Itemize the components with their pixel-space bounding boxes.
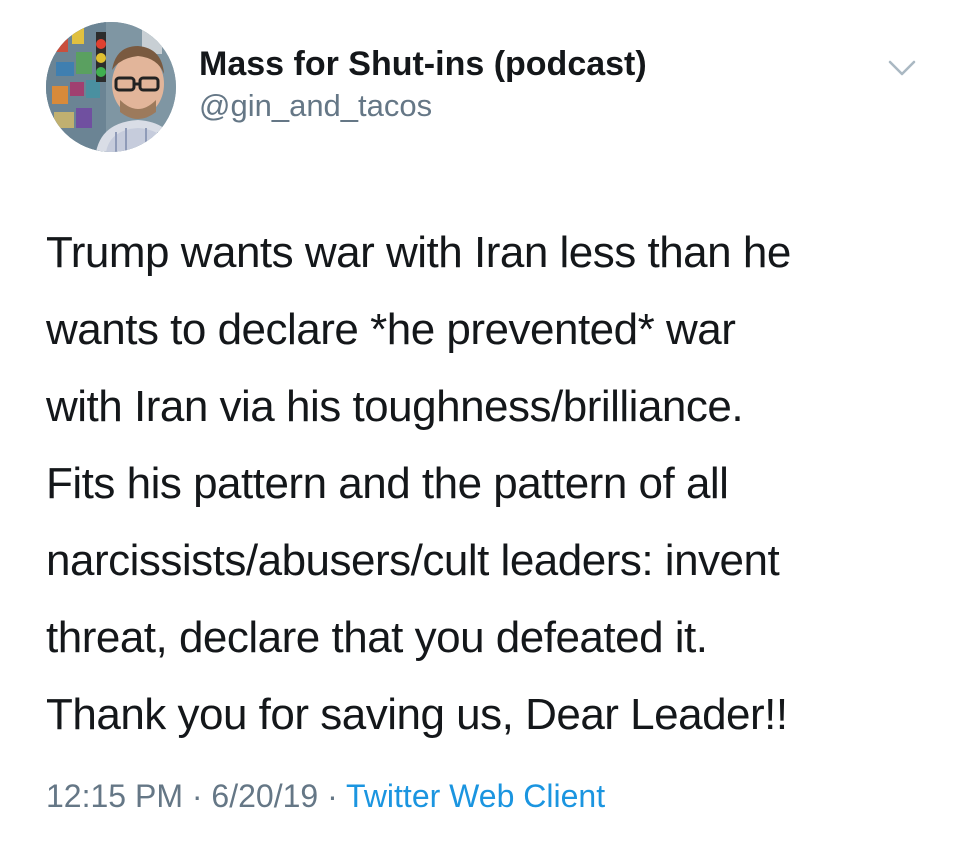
author-names: Mass for Shut-ins (podcast) @gin_and_tac… (199, 44, 647, 126)
tweet-time[interactable]: 12:15 PM (46, 778, 183, 814)
tweet-source-link[interactable]: Twitter Web Client (346, 778, 605, 814)
display-name[interactable]: Mass for Shut-ins (podcast) (199, 44, 647, 84)
meta-separator: · (327, 778, 338, 814)
user-handle[interactable]: @gin_and_tacos (199, 86, 647, 126)
tweet-text-line: Fits his pattern and the pattern of all (46, 459, 729, 508)
tweet-text-line: wants to declare *he prevented* war (46, 305, 736, 354)
tweet-text-line: Trump wants war with Iran less than he (46, 228, 791, 277)
tweet-header: Mass for Shut-ins (podcast) @gin_and_tac… (46, 22, 926, 154)
tweet-meta: 12:15 PM · 6/20/19 · Twitter Web Client (46, 774, 605, 818)
avatar-photo-icon (46, 22, 176, 152)
tweet-text-line: threat, declare that you defeated it. (46, 613, 708, 662)
tweet-text: Trump wants war with Iran less than he w… (46, 214, 926, 753)
tweet-text-line: with Iran via his toughness/brilliance. (46, 382, 744, 431)
tweet-text-line: narcissists/abusers/cult leaders: invent (46, 536, 780, 585)
tweet-card: Mass for Shut-ins (podcast) @gin_and_tac… (0, 0, 960, 850)
tweet-text-line: Thank you for saving us, Dear Leader!! (46, 690, 788, 739)
avatar[interactable] (46, 22, 176, 152)
chevron-down-icon (888, 60, 916, 76)
meta-separator: · (191, 778, 203, 814)
tweet-menu-button[interactable] (882, 52, 922, 82)
tweet-date[interactable]: 6/20/19 (211, 778, 318, 814)
